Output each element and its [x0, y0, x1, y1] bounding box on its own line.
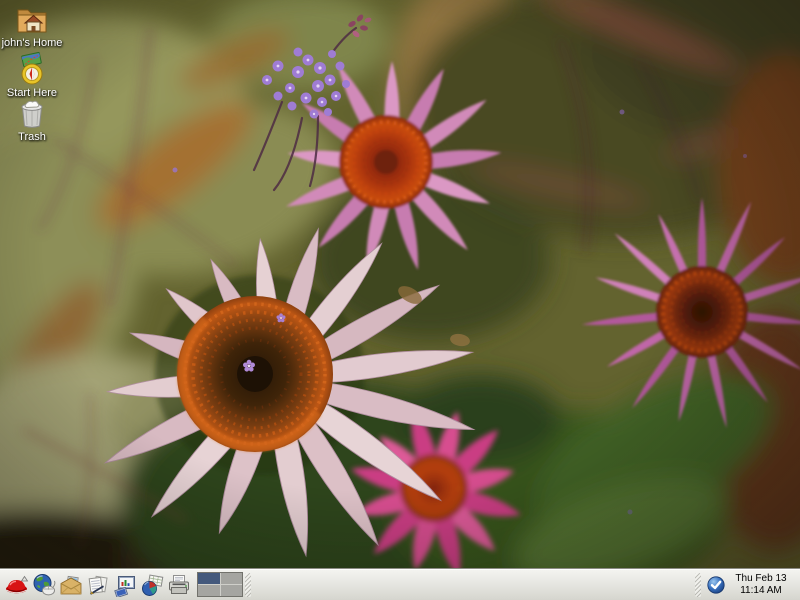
- clock-applet[interactable]: Thu Feb 13 11:14 AM: [729, 573, 797, 596]
- documents-pen-icon: [86, 573, 110, 597]
- workspace-4[interactable]: [221, 585, 243, 596]
- folder-home-icon: [14, 2, 50, 36]
- trash-can-icon: [14, 96, 50, 130]
- red-hat-icon: [5, 573, 29, 597]
- desktop-icon-start-here[interactable]: Start Here: [0, 52, 64, 99]
- web-browser-launcher[interactable]: [30, 571, 57, 599]
- compass-map-icon: [14, 52, 50, 86]
- desktop-icon-label: john's Home: [0, 37, 64, 49]
- word-processor-launcher[interactable]: [84, 571, 111, 599]
- bar-chart-screen-icon: [113, 573, 137, 597]
- desktop-icon-label: Trash: [0, 131, 64, 143]
- main-menu-button[interactable]: [3, 571, 30, 599]
- bottom-panel: Thu Feb 13 11:14 AM: [0, 568, 800, 600]
- spreadsheet-launcher[interactable]: [138, 571, 165, 599]
- desktop-screen: john's Home Start Here Trash: [0, 0, 800, 600]
- presentation-launcher[interactable]: [111, 571, 138, 599]
- email-launcher[interactable]: [57, 571, 84, 599]
- panel-drag-handle[interactable]: [695, 573, 701, 597]
- update-status-applet[interactable]: [705, 574, 727, 596]
- pie-chart-sheet-icon: [140, 573, 164, 597]
- clock-date: Thu Feb 13: [729, 573, 793, 585]
- workspace-3[interactable]: [198, 585, 220, 596]
- desktop-icon-johns-home[interactable]: john's Home: [0, 2, 64, 49]
- blue-check-icon: [706, 575, 726, 595]
- desktop-wallpaper: [0, 0, 800, 600]
- printer-icon: [167, 573, 191, 597]
- workspace-switcher[interactable]: [197, 572, 243, 597]
- workspace-1[interactable]: [198, 573, 220, 584]
- desktop-icon-trash[interactable]: Trash: [0, 96, 64, 143]
- panel-drag-handle[interactable]: [245, 573, 251, 597]
- globe-mouse-icon: [32, 573, 56, 597]
- clock-time: 11:14 AM: [729, 585, 793, 597]
- envelope-photo-icon: [59, 573, 83, 597]
- print-manager-launcher[interactable]: [165, 571, 192, 599]
- workspace-2[interactable]: [221, 573, 243, 584]
